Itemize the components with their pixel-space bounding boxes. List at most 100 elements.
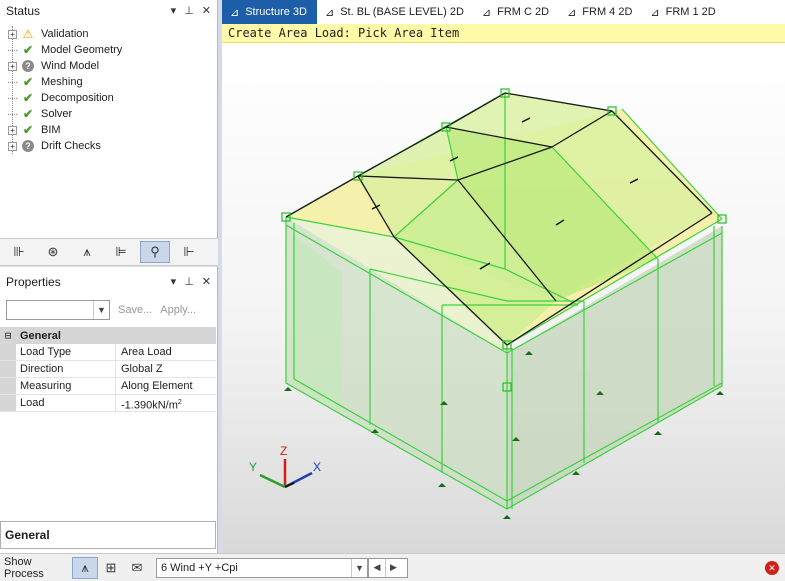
structure-3d-viewport[interactable]: Z X Y [222, 43, 785, 553]
drawing-icon: ⊿ [567, 6, 577, 19]
status-item-drift-checks[interactable]: + ? Drift Checks [0, 138, 217, 154]
load-unit-exponent: 2 [177, 399, 182, 406]
chevron-down-icon: ▼ [351, 558, 367, 577]
grid-load-icon[interactable]: ⊞ [98, 557, 124, 579]
property-value[interactable]: Area Load [116, 344, 216, 360]
tree-branch [8, 113, 17, 115]
x-axis-label: X [313, 460, 321, 474]
status-item-solver[interactable]: ✔ Solver [0, 106, 217, 122]
tab-label: Structure 3D [245, 6, 307, 18]
status-item-label: Wind Model [41, 60, 100, 72]
property-key: Load [16, 395, 116, 411]
beam-icon[interactable]: ⊩ [174, 241, 204, 263]
tab-label: FRM C 2D [497, 6, 550, 18]
tab-base-level-2d[interactable]: ⊿ St. BL (BASE LEVEL) 2D [317, 0, 474, 24]
save-button[interactable]: Save... [118, 304, 152, 316]
expand-icon[interactable]: + [8, 29, 17, 39]
property-value[interactable]: Global Z [116, 361, 216, 377]
properties-combo[interactable]: ▼ [6, 300, 110, 320]
property-key: Direction [16, 361, 116, 377]
frame-icon[interactable]: ⩚ [72, 241, 102, 263]
collapse-icon[interactable]: ⊟ [0, 329, 16, 342]
previous-icon[interactable]: ◀ [369, 559, 385, 577]
status-item-label: Solver [41, 108, 73, 120]
tab-frm-1-2d[interactable]: ⊿ FRM 1 2D [642, 0, 725, 24]
drawing-icon: ⊿ [650, 6, 660, 19]
property-group-general[interactable]: ⊟ General [0, 327, 216, 344]
tab-structure-3d[interactable]: ⊿ Structure 3D [222, 0, 317, 24]
property-value[interactable]: Along Element [116, 378, 216, 394]
property-row[interactable]: Measuring Along Element [0, 378, 216, 395]
status-item-label: Validation [41, 28, 89, 40]
structure-model[interactable]: Z X Y [222, 43, 785, 553]
expand-icon[interactable]: + [8, 125, 17, 135]
status-item-label: Model Geometry [41, 44, 123, 56]
check-icon: ✔ [22, 91, 34, 105]
menu-icon[interactable]: ▾ [171, 275, 177, 288]
property-value[interactable]: -1.390kN/m2 [116, 395, 216, 412]
close-icon[interactable]: ✕ [202, 4, 211, 17]
tab-label: FRM 1 2D [665, 6, 716, 18]
tree-branch [8, 97, 17, 99]
properties-toolbar: ▼ Save... Apply... [6, 300, 211, 320]
next-icon[interactable]: ▶ [385, 558, 401, 577]
tab-frm-4-2d[interactable]: ⊿ FRM 4 2D [559, 0, 642, 24]
drawing-icon: ⊿ [324, 6, 335, 19]
axis-triad [259, 459, 313, 489]
status-panel-header: Status ▾ ⊥ ✕ [0, 0, 217, 22]
status-item-label: BIM [41, 124, 61, 136]
pin-icon[interactable]: ⊥ [184, 275, 194, 288]
load-case-navigator: ◀ ▶ [368, 557, 408, 578]
frame-load-icon[interactable]: ⩚ [72, 556, 98, 579]
status-item-label: Drift Checks [41, 140, 101, 152]
tree-branch [8, 81, 17, 83]
properties-panel-title: Properties [6, 275, 61, 289]
column-icon[interactable]: ⊫ [106, 241, 136, 263]
property-row[interactable]: Load -1.390kN/m2 [0, 395, 216, 412]
target-icon[interactable]: ⊛ [38, 241, 68, 263]
status-item-decomposition[interactable]: ✔ Decomposition [0, 90, 217, 106]
tab-label: St. BL (BASE LEVEL) 2D [340, 6, 464, 18]
pin-icon[interactable]: ⊥ [184, 4, 194, 17]
tab-label: FRM 4 2D [582, 6, 633, 18]
drawing-icon: ⊿ [230, 6, 240, 19]
property-grid: ⊟ General Load Type Area Load Direction … [0, 327, 216, 412]
load-case-value: 6 Wind +Y +Cpi [161, 561, 238, 574]
load-value: -1.390kN/m [121, 399, 178, 412]
expand-icon[interactable]: + [8, 141, 17, 151]
tab-frm-c-2d[interactable]: ⊿ FRM C 2D [474, 0, 559, 24]
property-row[interactable]: Load Type Area Load [0, 344, 216, 361]
show-process-label: Show Process [4, 555, 44, 580]
envelope-icon[interactable]: ✉ [124, 557, 150, 579]
status-panel: Status ▾ ⊥ ✕ + ⚠ Validation ✔ Model Geom… [0, 0, 218, 238]
status-panel-title: Status [6, 4, 41, 18]
z-axis-label: Z [280, 444, 287, 458]
check-icon: ✔ [22, 107, 34, 121]
check-icon: ✔ [22, 123, 34, 137]
status-item-wind-model[interactable]: + ? Wind Model [0, 58, 217, 74]
question-icon: ? [21, 59, 35, 73]
load-case-select[interactable]: 6 Wind +Y +Cpi ▼ [156, 557, 368, 578]
error-icon[interactable]: ✕ [765, 560, 779, 575]
status-item-meshing[interactable]: ✔ Meshing [0, 74, 217, 90]
expand-icon[interactable]: + [8, 61, 17, 71]
load-icon[interactable]: ⚲ [140, 241, 170, 263]
status-toolbar: ⊪ ⊛ ⩚ ⊫ ⚲ ⊩ [0, 238, 218, 266]
property-description: General [0, 521, 216, 549]
check-icon: ✔ [22, 75, 34, 89]
sections-icon[interactable]: ⊪ [4, 241, 34, 263]
apply-button[interactable]: Apply... [160, 304, 196, 316]
command-prompt: Create Area Load: Pick Area Item [222, 24, 785, 43]
drawing-icon: ⊿ [481, 6, 492, 19]
property-row[interactable]: Direction Global Z [0, 361, 216, 378]
status-tree: + ⚠ Validation ✔ Model Geometry + ? Wind… [0, 26, 217, 154]
properties-panel-header: Properties ▾ ⊥ ✕ [0, 271, 217, 293]
status-item-bim[interactable]: + ✔ BIM [0, 122, 217, 138]
y-axis-label: Y [249, 460, 257, 474]
status-item-validation[interactable]: + ⚠ Validation [0, 26, 217, 42]
status-item-model-geometry[interactable]: ✔ Model Geometry [0, 42, 217, 58]
menu-icon[interactable]: ▾ [171, 4, 177, 17]
close-icon[interactable]: ✕ [202, 275, 211, 288]
status-bar: Show Process ⩚ ⊞ ✉ 6 Wind +Y +Cpi ▼ ◀ ▶ … [0, 553, 785, 581]
property-key: Load Type [16, 344, 116, 360]
